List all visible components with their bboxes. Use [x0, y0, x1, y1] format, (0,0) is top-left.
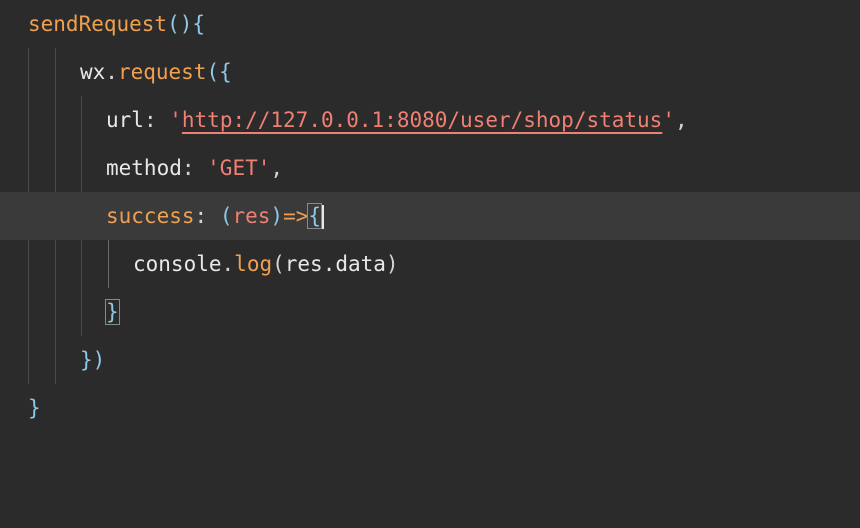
property-key: url: [106, 108, 144, 132]
code-line-8[interactable]: }): [0, 336, 860, 384]
close-brace: }: [28, 396, 41, 420]
quote: ': [169, 108, 182, 132]
code-line-1[interactable]: sendRequest(){: [0, 0, 860, 48]
string-value: 'GET': [207, 156, 271, 180]
comma: ,: [270, 156, 284, 180]
function-name: sendRequest: [28, 12, 168, 36]
close-call: }): [80, 348, 106, 372]
paren: ): [270, 204, 284, 228]
text-cursor: [322, 205, 325, 229]
params-paren: (): [167, 12, 193, 36]
code-editor[interactable]: sendRequest(){ wx.request({ url: 'http:/…: [0, 0, 860, 448]
colon: :: [143, 108, 170, 132]
code-line-7[interactable]: }: [0, 288, 860, 336]
dot: .: [221, 252, 235, 276]
property-key: success: [106, 204, 195, 228]
code-line-3[interactable]: url: 'http://127.0.0.1:8080/user/shop/st…: [0, 96, 860, 144]
parameter: res: [232, 204, 271, 228]
arguments: res.data: [284, 252, 386, 276]
code-line-2[interactable]: wx.request({: [0, 48, 860, 96]
arrow-operator: =>: [283, 204, 309, 228]
paren: (: [219, 204, 233, 228]
paren: ): [385, 252, 399, 276]
object-name: console: [133, 252, 222, 276]
colon: :: [181, 156, 208, 180]
object-name: wx: [80, 60, 106, 84]
matched-brace: }: [105, 299, 120, 325]
code-line-5-current[interactable]: success: (res)=>{: [0, 192, 860, 240]
method-name: request: [117, 60, 207, 84]
paren: (: [272, 252, 285, 276]
method-name: log: [234, 252, 273, 276]
code-line-4[interactable]: method: 'GET',: [0, 144, 860, 192]
code-line-9[interactable]: }: [0, 384, 860, 432]
matched-brace: {: [307, 203, 322, 229]
property-key: method: [106, 156, 182, 180]
code-line-6[interactable]: console.log(res.data): [0, 240, 860, 288]
dot: .: [105, 60, 118, 84]
quote: ': [662, 108, 675, 132]
url-link[interactable]: http://127.0.0.1:8080/user/shop/status: [182, 108, 662, 132]
open-brace: {: [192, 12, 206, 36]
comma: ,: [674, 108, 688, 132]
open-call: ({: [206, 60, 232, 84]
colon: :: [194, 204, 220, 228]
